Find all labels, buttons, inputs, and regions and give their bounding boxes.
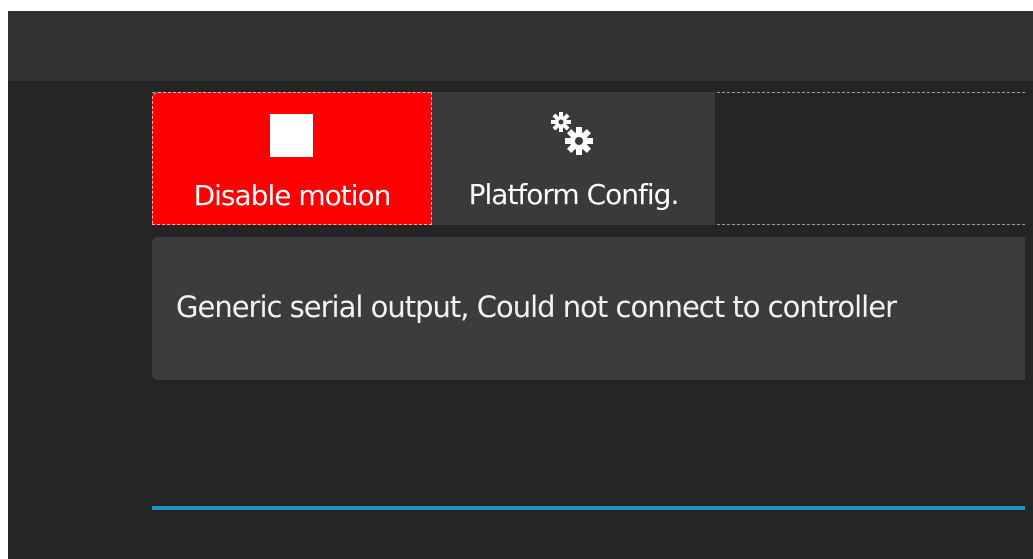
gears-icon [551, 112, 593, 155]
stop-square-icon [270, 114, 313, 157]
status-panel: Generic serial output, Could not connect… [152, 237, 1025, 380]
motion-toolbar: Disable motion Platform Config. [152, 92, 1025, 225]
disable-motion-label: Disable motion [193, 179, 392, 212]
platform-config-button[interactable]: Platform Config. [432, 92, 715, 225]
accent-divider [152, 506, 1025, 510]
platform-config-label: Platform Config. [468, 178, 680, 211]
disable-motion-button[interactable]: Disable motion [152, 92, 432, 225]
status-message: Generic serial output, Could not connect… [176, 290, 897, 324]
title-bar [8, 11, 1033, 81]
